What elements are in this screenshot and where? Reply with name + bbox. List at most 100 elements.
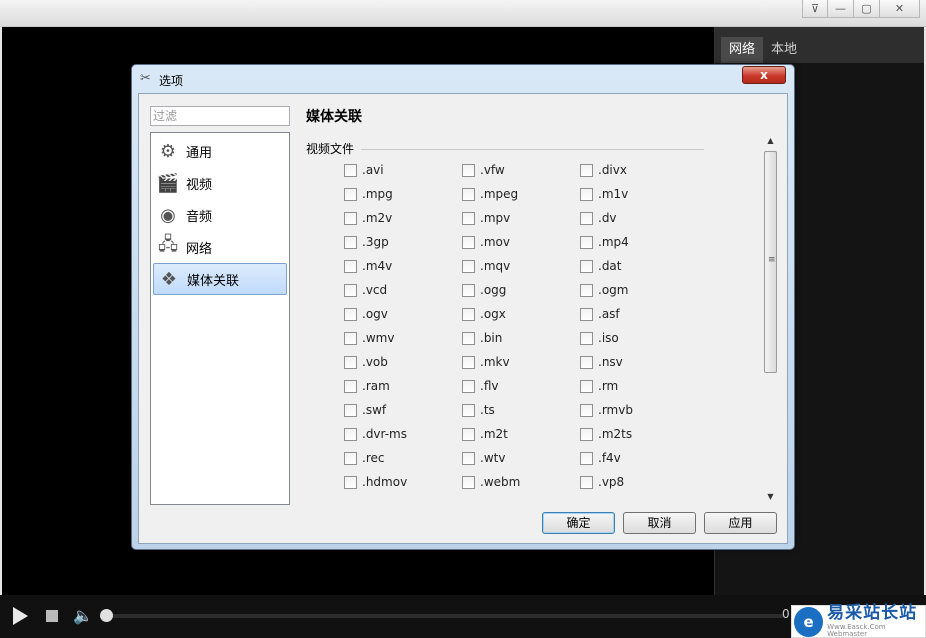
extension-checkbox[interactable]: .ogx bbox=[462, 305, 506, 323]
checkbox-icon[interactable] bbox=[344, 355, 357, 369]
checkbox-icon[interactable] bbox=[580, 331, 593, 345]
nav-item-video[interactable]: 🎬 视频 bbox=[153, 167, 287, 199]
checkbox-icon[interactable] bbox=[580, 403, 593, 417]
dialog-close-button[interactable]: x bbox=[742, 66, 786, 84]
extension-checkbox[interactable]: .rmvb bbox=[580, 401, 633, 419]
extension-checkbox[interactable]: .dvr-ms bbox=[344, 425, 407, 443]
checkbox-icon[interactable] bbox=[462, 355, 475, 369]
extension-checkbox[interactable]: .nsv bbox=[580, 353, 623, 371]
checkbox-icon[interactable] bbox=[580, 163, 593, 177]
extension-checkbox[interactable]: .vfw bbox=[462, 161, 505, 179]
checkbox-icon[interactable] bbox=[462, 331, 475, 345]
checkbox-icon[interactable] bbox=[580, 235, 593, 249]
checkbox-icon[interactable] bbox=[580, 427, 593, 441]
apply-button[interactable]: 应用 bbox=[704, 512, 777, 534]
extension-checkbox[interactable]: .vcd bbox=[344, 281, 387, 299]
checkbox-icon[interactable] bbox=[462, 163, 475, 177]
checkbox-icon[interactable] bbox=[462, 379, 475, 393]
extension-checkbox[interactable]: .divx bbox=[580, 161, 627, 179]
scrollbar[interactable]: ▲ ≡ ▼ bbox=[763, 134, 778, 504]
scroll-down-icon[interactable]: ▼ bbox=[763, 490, 778, 504]
dropdown-icon[interactable]: ⊽ bbox=[802, 0, 828, 18]
seek-bar[interactable] bbox=[100, 609, 784, 622]
extension-checkbox[interactable]: .mpv bbox=[462, 209, 510, 227]
checkbox-icon[interactable] bbox=[344, 451, 357, 465]
extension-checkbox[interactable]: .rec bbox=[344, 449, 384, 467]
extension-checkbox[interactable]: .mov bbox=[462, 233, 510, 251]
nav-item-network[interactable]: 🖧 网络 bbox=[153, 231, 287, 263]
checkbox-icon[interactable] bbox=[344, 211, 357, 225]
checkbox-icon[interactable] bbox=[462, 451, 475, 465]
extension-checkbox[interactable]: .vob bbox=[344, 353, 388, 371]
checkbox-icon[interactable] bbox=[580, 355, 593, 369]
extension-checkbox[interactable]: .f4v bbox=[580, 449, 621, 467]
stop-icon[interactable] bbox=[46, 610, 58, 622]
scroll-up-icon[interactable]: ▲ bbox=[763, 134, 778, 148]
extension-checkbox[interactable]: .dv bbox=[580, 209, 617, 227]
extension-checkbox[interactable]: .hdmov bbox=[344, 473, 407, 491]
extension-checkbox[interactable]: .flv bbox=[462, 377, 498, 395]
checkbox-icon[interactable] bbox=[462, 187, 475, 201]
checkbox-icon[interactable] bbox=[462, 475, 475, 489]
extension-checkbox[interactable]: .wmv bbox=[344, 329, 394, 347]
checkbox-icon[interactable] bbox=[344, 283, 357, 297]
checkbox-icon[interactable] bbox=[580, 259, 593, 273]
extension-checkbox[interactable]: .m1v bbox=[580, 185, 628, 203]
filter-input[interactable] bbox=[150, 106, 290, 126]
nav-item-general[interactable]: ⚙ 通用 bbox=[153, 135, 287, 167]
extension-checkbox[interactable]: .mkv bbox=[462, 353, 510, 371]
checkbox-icon[interactable] bbox=[344, 187, 357, 201]
minimize-icon[interactable]: — bbox=[828, 0, 854, 18]
checkbox-icon[interactable] bbox=[580, 379, 593, 393]
scroll-thumb[interactable]: ≡ bbox=[764, 151, 777, 373]
extension-checkbox[interactable]: .m4v bbox=[344, 257, 392, 275]
extension-checkbox[interactable]: .m2t bbox=[462, 425, 508, 443]
checkbox-icon[interactable] bbox=[344, 163, 357, 177]
extension-checkbox[interactable]: .ogg bbox=[462, 281, 506, 299]
extension-checkbox[interactable]: .vp8 bbox=[580, 473, 624, 491]
extension-checkbox[interactable]: .mp4 bbox=[580, 233, 629, 251]
checkbox-icon[interactable] bbox=[462, 235, 475, 249]
checkbox-icon[interactable] bbox=[344, 331, 357, 345]
extension-checkbox[interactable]: .ogv bbox=[344, 305, 388, 323]
checkbox-icon[interactable] bbox=[344, 379, 357, 393]
extension-checkbox[interactable]: .dat bbox=[580, 257, 622, 275]
checkbox-icon[interactable] bbox=[580, 451, 593, 465]
nav-item-audio[interactable]: ◉ 音频 bbox=[153, 199, 287, 231]
checkbox-icon[interactable] bbox=[344, 427, 357, 441]
extension-checkbox[interactable]: .ram bbox=[344, 377, 390, 395]
extension-checkbox[interactable]: .ogm bbox=[580, 281, 628, 299]
extension-checkbox[interactable]: .3gp bbox=[344, 233, 389, 251]
dialog-titlebar[interactable]: ✂ 选项 x bbox=[132, 65, 794, 93]
close-icon[interactable]: ✕ bbox=[880, 0, 920, 18]
checkbox-icon[interactable] bbox=[462, 211, 475, 225]
extension-checkbox[interactable]: .mpeg bbox=[462, 185, 518, 203]
checkbox-icon[interactable] bbox=[344, 307, 357, 321]
checkbox-icon[interactable] bbox=[462, 259, 475, 273]
checkbox-icon[interactable] bbox=[580, 307, 593, 321]
seek-handle[interactable] bbox=[100, 609, 113, 622]
ok-button[interactable]: 确定 bbox=[542, 512, 615, 534]
extension-checkbox[interactable]: .mqv bbox=[462, 257, 510, 275]
checkbox-icon[interactable] bbox=[580, 187, 593, 201]
play-icon[interactable] bbox=[13, 607, 28, 625]
extension-checkbox[interactable]: .rm bbox=[580, 377, 618, 395]
checkbox-icon[interactable] bbox=[462, 427, 475, 441]
checkbox-icon[interactable] bbox=[462, 403, 475, 417]
checkbox-icon[interactable] bbox=[580, 283, 593, 297]
checkbox-icon[interactable] bbox=[580, 475, 593, 489]
extension-checkbox[interactable]: .mpg bbox=[344, 185, 393, 203]
extension-checkbox[interactable]: .wtv bbox=[462, 449, 505, 467]
extension-checkbox[interactable]: .iso bbox=[580, 329, 619, 347]
extension-checkbox[interactable]: .ts bbox=[462, 401, 495, 419]
extension-checkbox[interactable]: .swf bbox=[344, 401, 386, 419]
checkbox-icon[interactable] bbox=[462, 307, 475, 321]
tab-network[interactable]: 网络 bbox=[721, 37, 764, 63]
checkbox-icon[interactable] bbox=[344, 259, 357, 273]
maximize-icon[interactable]: ▢ bbox=[854, 0, 880, 18]
extension-checkbox[interactable]: .webm bbox=[462, 473, 520, 491]
checkbox-icon[interactable] bbox=[462, 283, 475, 297]
volume-icon[interactable]: 🔈 bbox=[73, 606, 93, 625]
checkbox-icon[interactable] bbox=[344, 235, 357, 249]
tab-local[interactable]: 本地 bbox=[763, 37, 805, 63]
